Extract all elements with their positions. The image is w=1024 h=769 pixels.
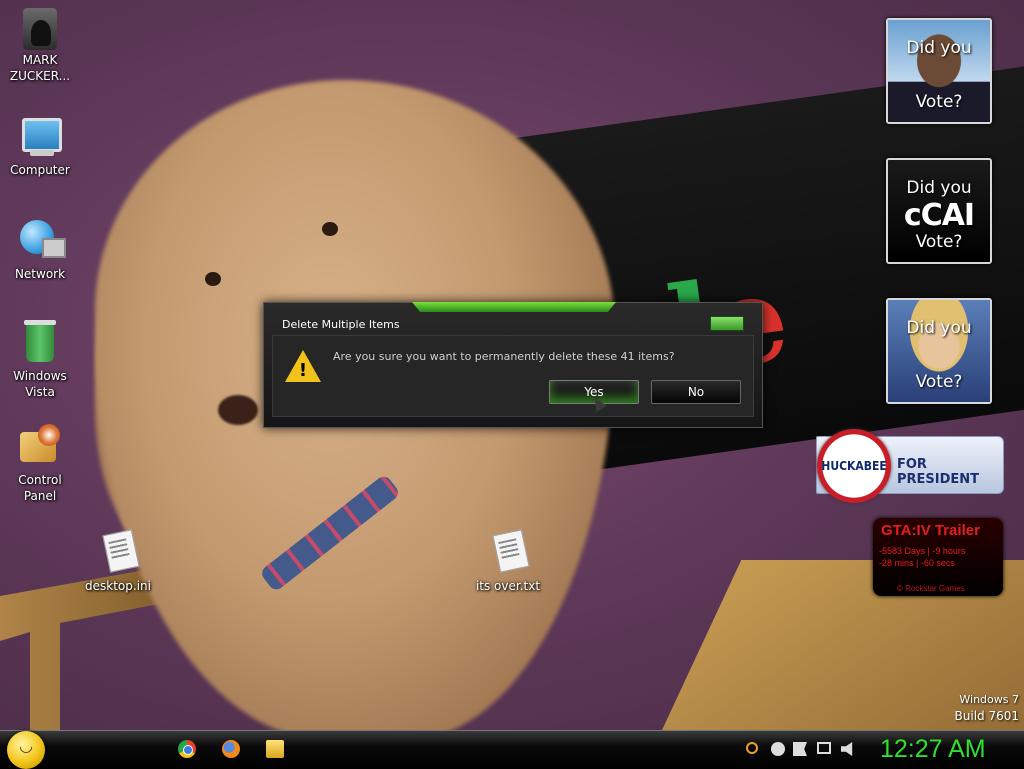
huckabee-gadget[interactable]: HUCKABEE FOR PRESIDENT [816, 429, 1004, 503]
ccai-logo-text: cCAI [903, 198, 975, 233]
build-number: Build 7601 [954, 709, 1019, 723]
messenger-icon[interactable] [771, 742, 785, 756]
dialog-body: ! Are you sure you want to permanently d… [272, 335, 754, 417]
desktop-icon-network[interactable]: Network [2, 216, 78, 282]
desktop-icon-mark-zuckerberg-folder[interactable]: MARK ZUCKER... [2, 8, 78, 84]
explorer-icon[interactable] [266, 740, 284, 758]
gta-countdown-line2: -28 mins | -60 secs [879, 558, 955, 568]
desktop-icon-label: Control Panel [18, 473, 62, 503]
gadget-text-bottom: Vote? [915, 372, 963, 392]
gta-countdown-line1: -5583 Days | -9 hours [879, 546, 966, 556]
dialog-title-glow [412, 302, 616, 312]
gta-countdown-gadget[interactable]: GTA:IV Trailer -5583 Days | -9 hours -28… [873, 518, 1003, 596]
desktop-icon-label: Windows Vista [13, 369, 67, 399]
desktop-icon-desktop-ini[interactable]: desktop.ini [78, 528, 158, 594]
gta-copyright: © Rockstar Games [897, 584, 965, 593]
vote-gadget-ccai[interactable]: Did you cCAI Vote? [886, 158, 992, 264]
desktop-icon-label: Network [14, 267, 66, 281]
desktop-icon-label: MARK ZUCKER... [9, 53, 71, 83]
search-icon[interactable] [746, 742, 758, 754]
desktop-icon-label: desktop.ini [85, 579, 151, 593]
build-os-name: Windows 7 [959, 693, 1019, 706]
volume-icon[interactable] [841, 742, 853, 756]
windows-build-watermark: Windows 7 Build 7601 [955, 692, 1019, 724]
wallpaper-dog-nose [218, 395, 258, 425]
wallpaper-dog-eye [322, 222, 338, 236]
delete-confirmation-dialog: Delete Multiple Items ! Are you sure you… [263, 302, 763, 428]
action-center-flag-icon[interactable] [793, 742, 807, 756]
desktop-icon-control-panel[interactable]: Control Panel [2, 422, 78, 504]
huckabee-tagline: FOR PRESIDENT [897, 457, 980, 487]
network-icon[interactable] [817, 742, 831, 754]
firefox-icon[interactable] [222, 740, 240, 758]
computer-icon [16, 112, 64, 160]
text-file-icon [484, 528, 532, 576]
start-button[interactable]: ◡ [7, 731, 45, 769]
control-panel-icon [16, 422, 64, 470]
warning-exclamation: ! [298, 360, 308, 381]
desktop-icon-its-over-txt[interactable]: its over.txt [468, 528, 548, 594]
gadget-text-top: Did you [906, 318, 972, 338]
gadget-text-top: Did you [906, 38, 972, 58]
desktop-icon-computer[interactable]: Computer [2, 112, 78, 178]
desktop-icon-label: Computer [10, 163, 70, 177]
gta-title: GTA:IV Trailer [881, 522, 980, 539]
vote-gadget-hillary[interactable]: Did you Vote? [886, 298, 992, 404]
ini-file-icon [94, 528, 142, 576]
folder-icon [23, 8, 57, 50]
dialog-message: Are you sure you want to permanently del… [333, 350, 675, 363]
smiley-icon: ◡ [19, 736, 33, 755]
gadget-text-bottom: Vote? [915, 232, 963, 252]
desktop-icon-recycle-bin[interactable]: Windows Vista [2, 318, 78, 400]
recycle-bin-icon [16, 318, 64, 366]
vote-gadget-obama[interactable]: Did you Vote? [886, 18, 992, 124]
chrome-icon[interactable] [178, 740, 196, 758]
network-icon [16, 216, 66, 264]
no-button[interactable]: No [651, 380, 741, 404]
dialog-close-button[interactable] [710, 316, 744, 331]
taskbar: ◡ 12:27 AM [0, 730, 1024, 769]
wallpaper-dog-eye [205, 272, 221, 286]
gadget-text-top: Did you [906, 178, 972, 198]
gadget-text-bottom: Vote? [915, 92, 963, 112]
taskbar-clock[interactable]: 12:27 AM [880, 735, 986, 764]
dialog-title: Delete Multiple Items [282, 318, 400, 331]
huckabee-name: HUCKABEE [821, 459, 887, 473]
desktop-icon-label: its over.txt [475, 579, 541, 593]
